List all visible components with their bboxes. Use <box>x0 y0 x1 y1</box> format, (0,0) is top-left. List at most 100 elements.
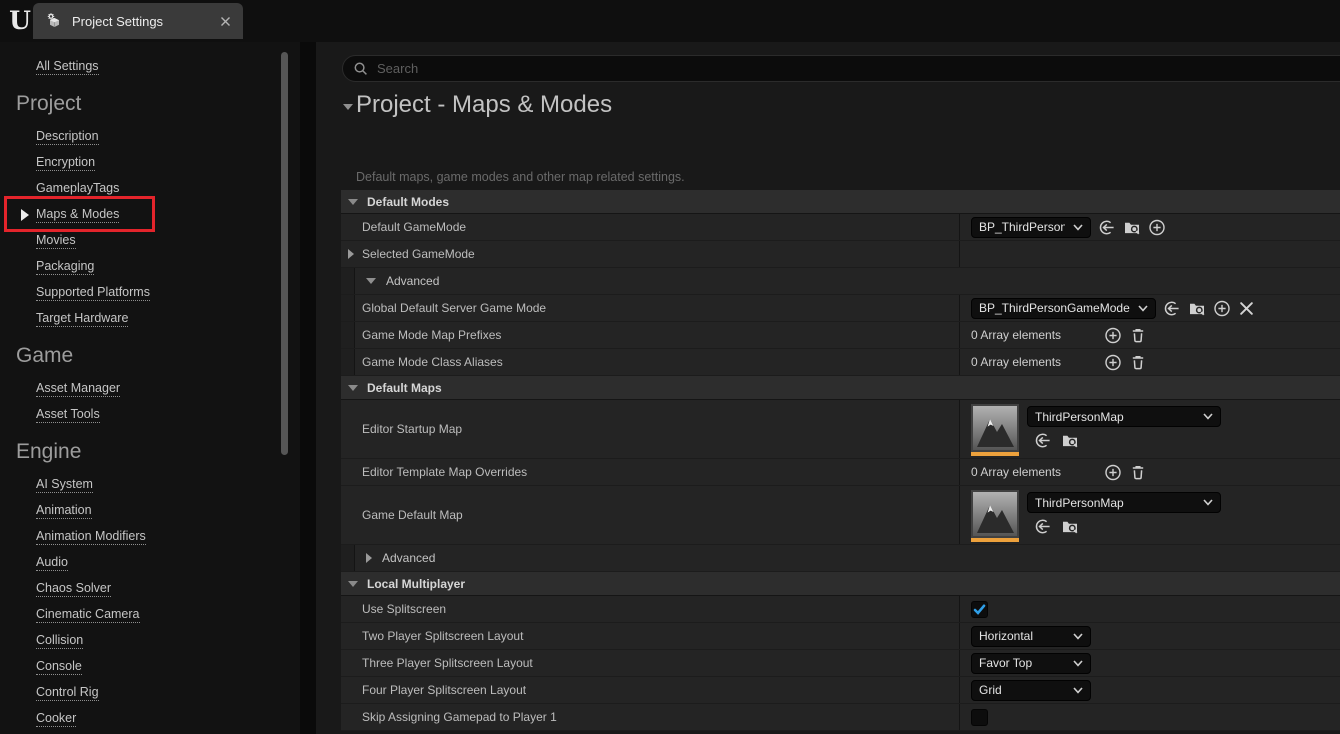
four-player-layout-dropdown[interactable]: Grid <box>971 680 1091 701</box>
row-label: Editor Template Map Overrides <box>362 465 527 479</box>
sidebar-item-ai-system[interactable]: AI System <box>36 477 93 493</box>
sidebar-item-packaging[interactable]: Packaging <box>36 259 94 275</box>
sidebar-item-audio[interactable]: Audio <box>36 555 68 571</box>
add-new-asset-icon[interactable] <box>1213 299 1231 317</box>
sidebar-main-divider <box>300 42 316 734</box>
collapse-icon <box>366 278 376 284</box>
sidebar-item-asset-tools[interactable]: Asset Tools <box>36 407 100 423</box>
row-label: Selected GameMode <box>362 247 475 261</box>
sidebar-item-target-hardware[interactable]: Target Hardware <box>36 311 128 327</box>
section-default-maps[interactable]: Default Maps <box>341 376 1340 400</box>
sidebar-item-maps-and-modes[interactable]: Maps & Modes <box>36 207 119 223</box>
search-input[interactable] <box>377 61 1340 76</box>
project-settings-icon <box>45 12 63 30</box>
use-selected-asset-icon[interactable] <box>1034 431 1052 449</box>
sidebar-section-game: Game <box>0 332 300 376</box>
sidebar-item-all-settings[interactable]: All Settings <box>36 59 99 75</box>
advanced-subsection-collapsed[interactable]: Advanced <box>341 545 1340 572</box>
sidebar-item-cooker[interactable]: Cooker <box>36 711 76 727</box>
use-selected-asset-icon[interactable] <box>1034 517 1052 535</box>
global-server-gamemode-dropdown[interactable]: BP_ThirdPersonGameMode <box>971 298 1156 319</box>
browse-to-asset-icon[interactable] <box>1123 218 1141 236</box>
use-splitscreen-checkbox[interactable] <box>971 601 988 618</box>
skip-gamepad-checkbox[interactable] <box>971 709 988 726</box>
row-selected-gamemode: Selected GameMode <box>341 241 1340 268</box>
tab-title: Project Settings <box>72 14 208 29</box>
use-selected-asset-icon[interactable] <box>1163 299 1181 317</box>
row-use-splitscreen: Use Splitscreen <box>341 596 1340 623</box>
browse-to-asset-icon[interactable] <box>1061 431 1079 449</box>
sidebar-item-supported-platforms[interactable]: Supported Platforms <box>36 285 150 301</box>
sidebar-section-project: Project <box>0 80 300 124</box>
game-default-map-dropdown[interactable]: ThirdPersonMap <box>1027 492 1221 513</box>
three-player-layout-dropdown[interactable]: Favor Top <box>971 653 1091 674</box>
array-elements-count: 0 Array elements <box>971 355 1097 369</box>
sidebar-item-console[interactable]: Console <box>36 659 82 675</box>
row-game-mode-class-aliases: Game Mode Class Aliases 0 Array elements <box>341 349 1340 376</box>
chevron-down-icon <box>1073 687 1083 694</box>
settings-main-panel: Project - Maps & Modes Default maps, gam… <box>316 42 1340 734</box>
clear-array-icon[interactable] <box>1129 326 1147 344</box>
clear-value-icon[interactable] <box>1238 299 1256 317</box>
chevron-down-icon <box>1203 413 1213 420</box>
sidebar-item-encryption[interactable]: Encryption <box>36 155 95 171</box>
row-skip-assigning-gamepad: Skip Assigning Gamepad to Player 1 <box>341 704 1340 731</box>
row-game-default-map: Game Default Map <box>341 486 1340 545</box>
section-local-multiplayer[interactable]: Local Multiplayer <box>341 572 1340 596</box>
sidebar-item-gameplaytags[interactable]: GameplayTags <box>36 181 119 197</box>
selected-item-arrow-icon <box>21 209 29 221</box>
sidebar-item-description[interactable]: Description <box>36 129 99 145</box>
editor-startup-map-dropdown[interactable]: ThirdPersonMap <box>1027 406 1221 427</box>
level-asset-color-bar <box>971 452 1019 456</box>
checkmark-icon <box>973 603 986 616</box>
sidebar-item-animation-modifiers[interactable]: Animation Modifiers <box>36 529 146 545</box>
sidebar-item-cinematic-camera[interactable]: Cinematic Camera <box>36 607 140 623</box>
sidebar-item-chaos-solver[interactable]: Chaos Solver <box>36 581 111 597</box>
clear-array-icon[interactable] <box>1129 353 1147 371</box>
settings-sidebar: All Settings Project Description Encrypt… <box>0 42 300 734</box>
section-title: Default Modes <box>367 195 449 209</box>
two-player-layout-dropdown[interactable]: Horizontal <box>971 626 1091 647</box>
row-editor-template-map-overrides: Editor Template Map Overrides 0 Array el… <box>341 459 1340 486</box>
clear-array-icon[interactable] <box>1129 463 1147 481</box>
section-title: Local Multiplayer <box>367 577 465 591</box>
expand-arrow-icon[interactable] <box>348 249 354 259</box>
page-collapse-icon[interactable] <box>343 104 353 110</box>
row-label: Skip Assigning Gamepad to Player 1 <box>362 710 557 724</box>
add-array-element-icon[interactable] <box>1104 353 1122 371</box>
section-collapse-icon <box>348 199 358 205</box>
row-default-gamemode: Default GameMode BP_ThirdPersonGameMode <box>341 214 1340 241</box>
use-selected-asset-icon[interactable] <box>1098 218 1116 236</box>
map-asset-thumbnail[interactable] <box>971 490 1019 542</box>
add-array-element-icon[interactable] <box>1104 463 1122 481</box>
window-tab-bar: U Project Settings <box>0 0 1340 42</box>
row-label: Game Mode Map Prefixes <box>362 328 501 342</box>
settings-sections: Default Modes Default GameMode BP_ThirdP… <box>341 190 1340 731</box>
chevron-down-icon <box>1073 660 1083 667</box>
tab-close-icon[interactable] <box>217 13 233 29</box>
project-settings-tab[interactable]: Project Settings <box>33 3 243 39</box>
browse-to-asset-icon[interactable] <box>1188 299 1206 317</box>
section-default-modes[interactable]: Default Modes <box>341 190 1340 214</box>
search-bar[interactable] <box>342 55 1340 82</box>
row-label: Editor Startup Map <box>362 422 462 436</box>
sidebar-item-maps-modes-row[interactable]: Maps & Modes <box>0 202 300 228</box>
sidebar-item-movies[interactable]: Movies <box>36 233 76 249</box>
sidebar-item-collision[interactable]: Collision <box>36 633 83 649</box>
row-label: Global Default Server Game Mode <box>362 301 546 315</box>
section-collapse-icon <box>348 581 358 587</box>
add-new-asset-icon[interactable] <box>1148 218 1166 236</box>
add-array-element-icon[interactable] <box>1104 326 1122 344</box>
sidebar-item-control-rig[interactable]: Control Rig <box>36 685 99 701</box>
sidebar-item-asset-manager[interactable]: Asset Manager <box>36 381 120 397</box>
unreal-logo: U <box>7 4 33 36</box>
chevron-down-icon <box>1203 499 1213 506</box>
sidebar-scrollbar[interactable] <box>281 52 288 455</box>
default-gamemode-dropdown[interactable]: BP_ThirdPersonGameMode <box>971 217 1091 238</box>
browse-to-asset-icon[interactable] <box>1061 517 1079 535</box>
row-label: Four Player Splitscreen Layout <box>362 683 526 697</box>
advanced-subsection[interactable]: Advanced <box>341 268 1340 295</box>
map-asset-thumbnail[interactable] <box>971 404 1019 456</box>
page-header: Project - Maps & Modes Default maps, gam… <box>316 86 1340 190</box>
sidebar-item-animation[interactable]: Animation <box>36 503 92 519</box>
